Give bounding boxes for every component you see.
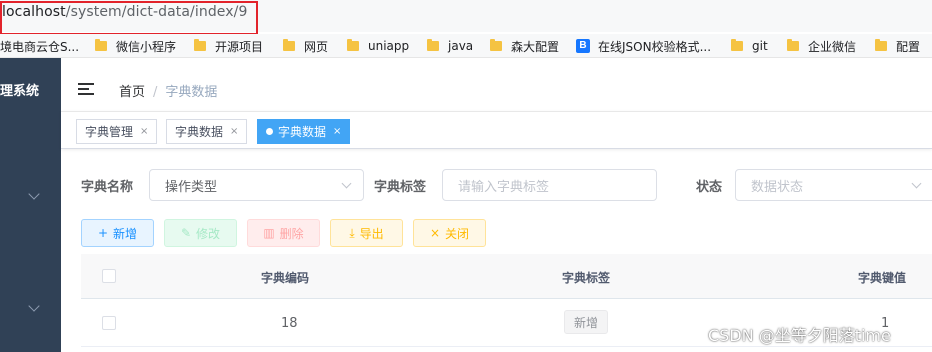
select-all-checkbox[interactable] (102, 269, 116, 283)
csdn-watermark: CSDN @坐等夕阳落time (708, 326, 891, 345)
column-header-dict-label[interactable]: 字典标签 (562, 269, 610, 286)
export-label: 导出 (359, 226, 384, 241)
close-label: 关闭 (445, 226, 470, 241)
bookmark-item[interactable]: java (427, 37, 473, 55)
bookmark-item[interactable]: 企业微信 (787, 37, 856, 55)
breadcrumb-separator: / (153, 85, 158, 100)
column-header-dict-value[interactable]: 字典键值 (858, 269, 906, 286)
chevron-down-icon (911, 178, 922, 189)
breadcrumb-current: 字典数据 (165, 85, 218, 100)
hamburger-icon[interactable] (78, 83, 94, 96)
bookmark-label: 企业微信 (808, 39, 857, 54)
bookmark-label: uniapp (368, 39, 410, 53)
sidebar-title[interactable]: 理系统 (0, 80, 39, 99)
bookmark-label: 网页 (304, 39, 329, 54)
table-header: 字典编码 字典标签 字典键值 (81, 254, 932, 299)
edit-button[interactable]: ✎ 修改 (164, 219, 237, 247)
bookmark-item[interactable]: uniapp (347, 37, 409, 55)
edit-icon: ✎ (180, 226, 192, 240)
tab-dict-data-active[interactable]: 字典数据 × (257, 119, 351, 144)
row-checkbox[interactable] (102, 316, 116, 330)
bookmark-item[interactable]: 配置 (875, 37, 920, 55)
delete-label: 删除 (279, 226, 304, 241)
folder-icon (95, 39, 107, 51)
folder-icon (731, 39, 743, 51)
status-select[interactable]: 数据状态 (735, 169, 932, 201)
column-header-dict-code[interactable]: 字典编码 (261, 269, 309, 286)
close-icon[interactable]: × (140, 126, 148, 137)
tags-view: 字典管理 × 字典数据 × 字典数据 × (61, 111, 932, 149)
bookmark-label: 在线JSON校验格式... (598, 39, 712, 54)
dict-label-placeholder: 请输入字典标签 (458, 179, 550, 195)
bookmark-item[interactable]: 网页 (283, 37, 328, 55)
close-icon[interactable]: × (230, 126, 238, 137)
chevron-down-icon[interactable] (28, 300, 40, 312)
bookmark-label: 配置 (896, 39, 921, 54)
bookmark-label: 森大配置 (511, 39, 560, 54)
breadcrumb-home[interactable]: 首页 (119, 85, 145, 100)
folder-icon (875, 39, 887, 51)
dict-label-input[interactable]: 请输入字典标签 (442, 169, 657, 201)
bookmark-item[interactable]: 森大配置 (490, 37, 559, 55)
json-b-icon: B (576, 39, 590, 53)
dict-name-value: 操作类型 (165, 179, 218, 195)
export-button[interactable]: ⤓ 导出 (330, 219, 403, 247)
folder-icon (194, 39, 206, 51)
bookmarks-bar: 境电商云仓S... 微信小程序 开源项目 网页 uniapp java 森大配置… (0, 34, 932, 58)
bookmark-label: 开源项目 (215, 39, 264, 54)
status-label: 状态 (696, 180, 723, 195)
download-icon: ⤓ (349, 225, 355, 240)
folder-icon (347, 39, 359, 51)
tab-label: 字典管理 (85, 125, 134, 139)
close-icon: × (429, 226, 441, 240)
folder-icon (787, 39, 799, 51)
dict-name-select[interactable]: 操作类型 (149, 169, 364, 201)
bookmark-item[interactable]: 开源项目 (194, 37, 263, 55)
bookmark-label: git (752, 39, 768, 53)
folder-icon (490, 39, 502, 51)
bookmark-label: 境电商云仓S... (0, 39, 80, 54)
chevron-down-icon[interactable] (28, 188, 40, 200)
bookmark-item[interactable]: 境电商云仓S... (0, 37, 79, 55)
tab-dict-management[interactable]: 字典管理 × (76, 119, 158, 144)
url-highlight-box (0, 1, 258, 35)
edit-label: 修改 (196, 226, 221, 241)
close-button[interactable]: × 关闭 (413, 219, 486, 247)
breadcrumb: 首页 / 字典数据 (119, 81, 217, 100)
sidebar: 理系统 (0, 58, 61, 352)
bookmark-label: 微信小程序 (116, 39, 177, 54)
folder-icon (283, 39, 295, 51)
cell-dict-label-tag: 新增 (564, 310, 609, 334)
bookmark-label: java (448, 39, 474, 53)
bookmark-item[interactable]: git (731, 37, 768, 55)
tab-label: 字典数据 (175, 125, 224, 139)
add-label: 新增 (113, 226, 138, 241)
add-button[interactable]: + 新增 (81, 219, 154, 247)
folder-icon (427, 39, 439, 51)
dict-label-label: 字典标签 (374, 180, 427, 195)
trash-icon: ▥ (263, 226, 275, 240)
cell-dict-code: 18 (281, 316, 298, 331)
tab-dict-data[interactable]: 字典数据 × (166, 119, 248, 144)
chevron-down-icon (341, 178, 352, 189)
delete-button[interactable]: ▥ 删除 (247, 219, 320, 247)
plus-icon: + (97, 226, 109, 240)
active-dot-icon (266, 128, 273, 135)
bookmark-item[interactable]: B 在线JSON校验格式... (576, 37, 711, 55)
tab-label: 字典数据 (278, 125, 327, 139)
navbar: 首页 / 字典数据 (61, 58, 932, 111)
bookmark-item[interactable]: 微信小程序 (95, 37, 176, 55)
status-placeholder: 数据状态 (751, 179, 804, 195)
close-icon[interactable]: × (333, 126, 341, 137)
dict-name-label: 字典名称 (81, 180, 134, 195)
